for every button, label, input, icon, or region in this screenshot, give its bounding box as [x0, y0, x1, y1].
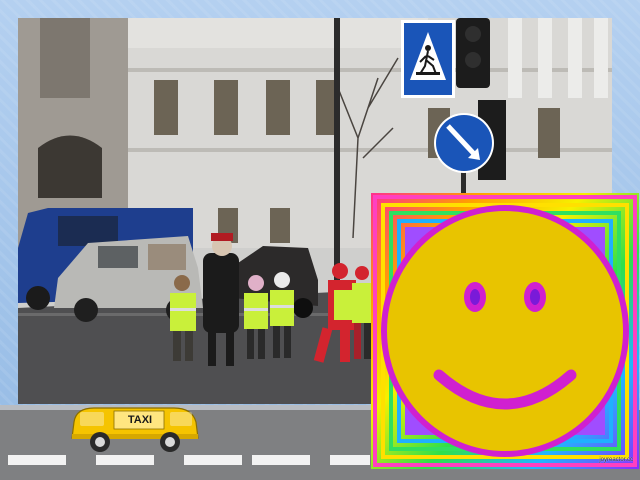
watermark: joyreactor.cc: [599, 457, 633, 463]
taxi-label: TAXI: [127, 414, 153, 426]
lane-marking: [184, 455, 242, 465]
smiley-picture: joyreactor.cc: [371, 193, 639, 469]
taxi-car-icon: [71, 407, 199, 452]
pedestrian-crossing-sign-icon: [401, 20, 455, 98]
lane-marking: [96, 455, 154, 465]
smiley-face-icon: [371, 193, 639, 469]
lane-marking: [330, 455, 370, 465]
lane-marking: [8, 455, 66, 465]
taxi-illustration: TAXI: [66, 404, 202, 454]
lane-marking: [252, 455, 310, 465]
